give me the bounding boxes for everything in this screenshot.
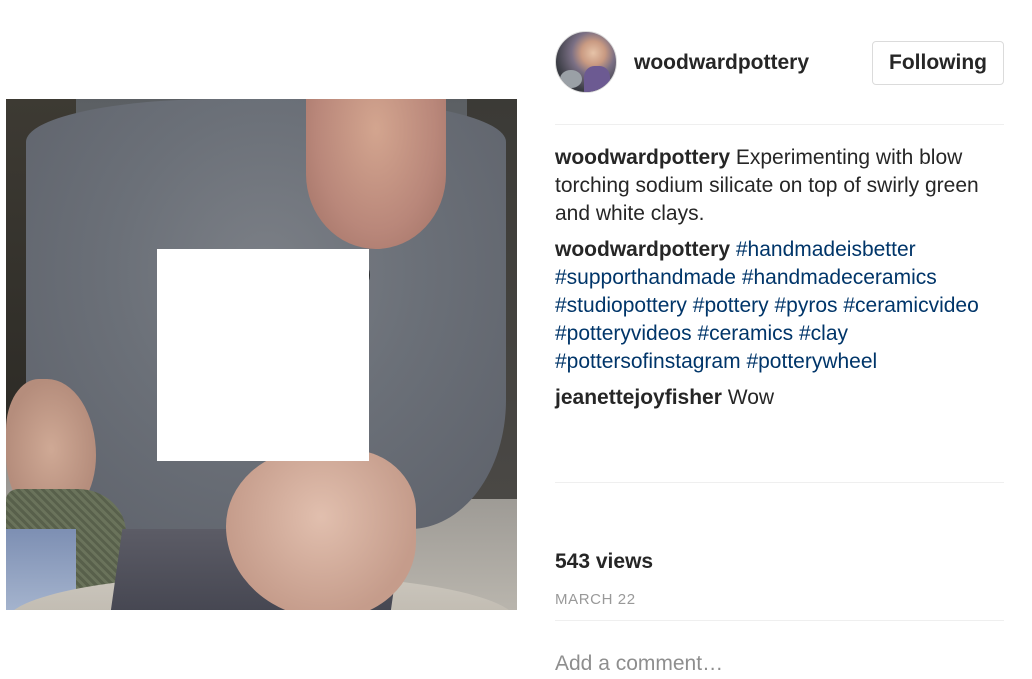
hashtag-link[interactable]: #handmadeceramics xyxy=(742,266,937,289)
view-count[interactable]: 543 views xyxy=(555,550,653,574)
following-button[interactable]: Following xyxy=(872,41,1004,85)
comment-text: Wow xyxy=(727,386,775,409)
user-comment: jeanettejoyfisher Wow xyxy=(555,384,1004,412)
hashtag-link[interactable]: #pottery xyxy=(693,294,769,317)
caption-username[interactable]: woodwardpottery xyxy=(555,146,730,169)
hashtag-link[interactable]: #potteryvideos xyxy=(555,322,692,345)
post-date: MARCH 22 xyxy=(555,591,636,608)
potter-neck xyxy=(306,99,446,249)
potter-hands xyxy=(226,449,416,610)
hashtags-comment: woodwardpottery #handmadeisbetter #suppo… xyxy=(555,236,1004,376)
hashtag-link[interactable]: #ceramicvideo xyxy=(843,294,978,317)
hashtag-link[interactable]: #pyros xyxy=(775,294,838,317)
hashtags-username[interactable]: woodwardpottery xyxy=(555,238,730,261)
avatar-shirt xyxy=(584,66,610,92)
hashtag-link[interactable]: #supporthandmade xyxy=(555,266,736,289)
hashtag-link[interactable]: #potterywheel xyxy=(746,350,877,373)
hashtag-link[interactable]: #pottersofinstagram xyxy=(555,350,741,373)
post-video[interactable] xyxy=(6,99,517,610)
caption: woodwardpottery Experimenting with blow … xyxy=(555,144,1004,228)
profile-avatar[interactable] xyxy=(555,31,617,93)
header-divider xyxy=(555,124,1004,125)
comment-username[interactable]: jeanettejoyfisher xyxy=(555,386,722,409)
footer-divider xyxy=(555,620,1004,621)
comments-section: woodwardpottery Experimenting with blow … xyxy=(555,144,1004,420)
hashtag-link[interactable]: #clay xyxy=(799,322,848,345)
add-comment-input[interactable] xyxy=(555,648,1004,679)
hashtag-link[interactable]: #handmadeisbetter xyxy=(736,238,916,261)
redaction-box xyxy=(157,249,369,461)
comments-divider xyxy=(555,482,1004,483)
hashtag-link[interactable]: #studiopottery xyxy=(555,294,687,317)
profile-username[interactable]: woodwardpottery xyxy=(634,51,809,75)
avatar-wheel xyxy=(560,70,582,88)
hashtag-link[interactable]: #ceramics xyxy=(697,322,793,345)
